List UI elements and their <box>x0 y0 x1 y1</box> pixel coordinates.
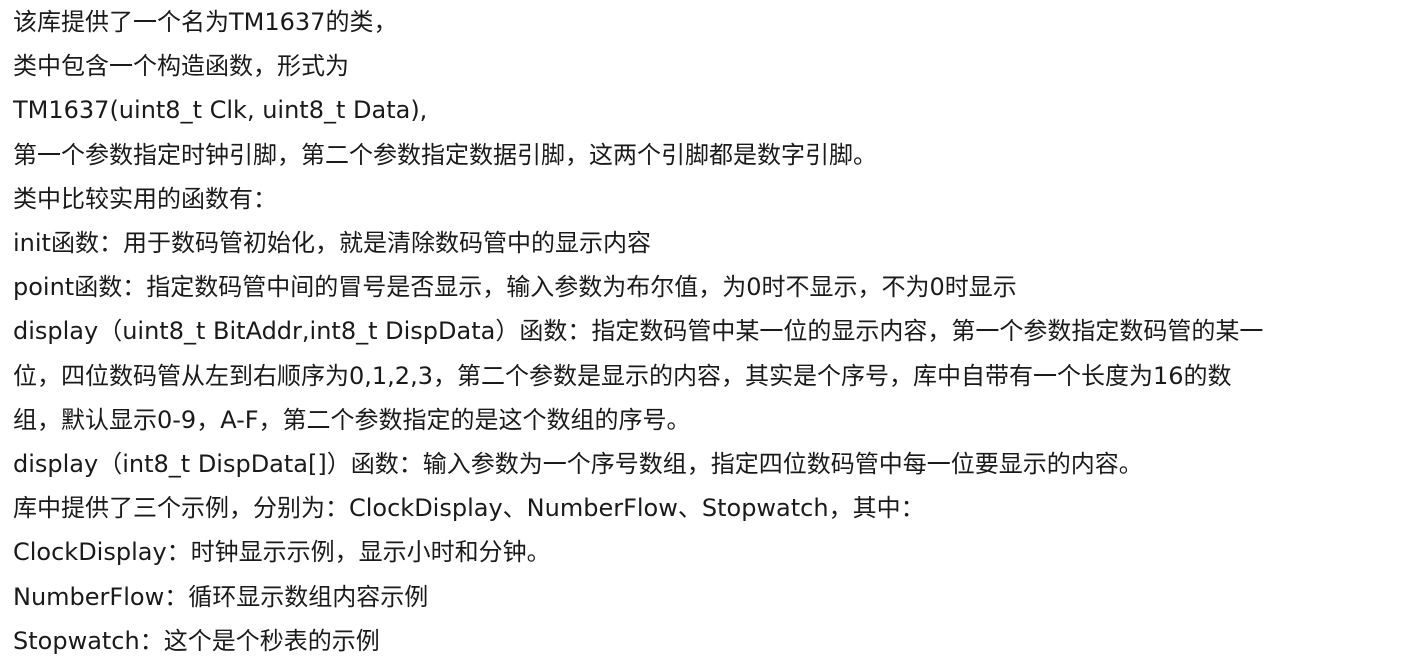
text-line: 组，默认显示0-9，A-F，第二个参数指定的是这个数组的序号。 <box>13 405 691 434</box>
text-line: TM1637(uint8_t Clk, uint8_t Data), <box>13 96 428 125</box>
text-line: display（uint8_t BitAddr,int8_t DispData）… <box>13 317 1264 346</box>
text-line: Stopwatch：这个是个秒表的示例 <box>13 626 380 655</box>
text-line: 该库提供了一个名为TM1637的类， <box>13 8 398 36</box>
text-line: 第一个参数指定时钟引脚，第二个参数指定数据引脚，这两个引脚都是数字引脚。 <box>13 140 877 169</box>
text-line: 类中包含一个构造函数，形式为 <box>13 52 349 81</box>
text-line: ClockDisplay：时钟显示示例，显示小时和分钟。 <box>13 538 551 567</box>
document-body: 该库提供了一个名为TM1637的类， 类中包含一个构造函数，形式为 TM1637… <box>0 0 1426 664</box>
text-line: display（int8_t DispData[]）函数：输入参数为一个序号数组… <box>13 450 1143 479</box>
text-line: 库中提供了三个示例，分别为：ClockDisplay、NumberFlow、St… <box>13 494 925 523</box>
text-line: 位，四位数码管从左到右顺序为0,1,2,3，第二个参数是显示的内容，其实是个序号… <box>13 361 1232 390</box>
text-line: 类中比较实用的函数有： <box>13 184 277 213</box>
text-line: point函数：指定数码管中间的冒号是否显示，输入参数为布尔值，为0时不显示，不… <box>13 273 1017 302</box>
text-line: NumberFlow：循环显示数组内容示例 <box>13 582 429 611</box>
text-line: init函数：用于数码管初始化，就是清除数码管中的显示内容 <box>13 229 651 258</box>
